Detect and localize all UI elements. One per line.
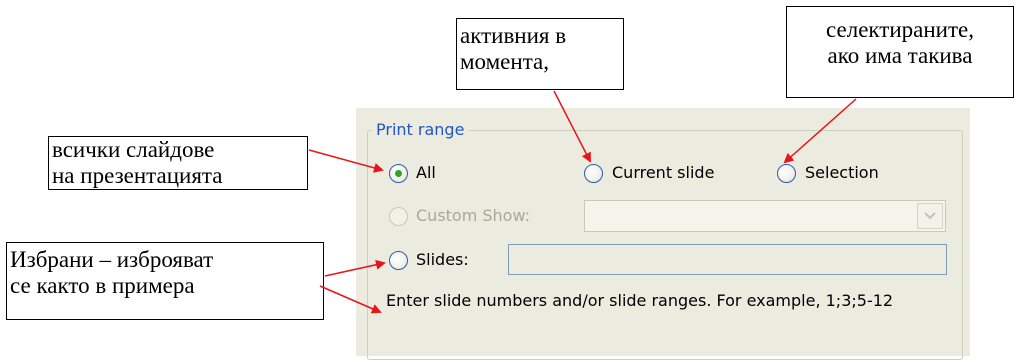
arrow-slides [324,259,386,277]
arrow-current [553,90,591,163]
arrow-selection [783,98,857,164]
arrow-all [308,149,384,173]
callout-arrows [308,90,857,314]
arrow-example [319,285,382,314]
